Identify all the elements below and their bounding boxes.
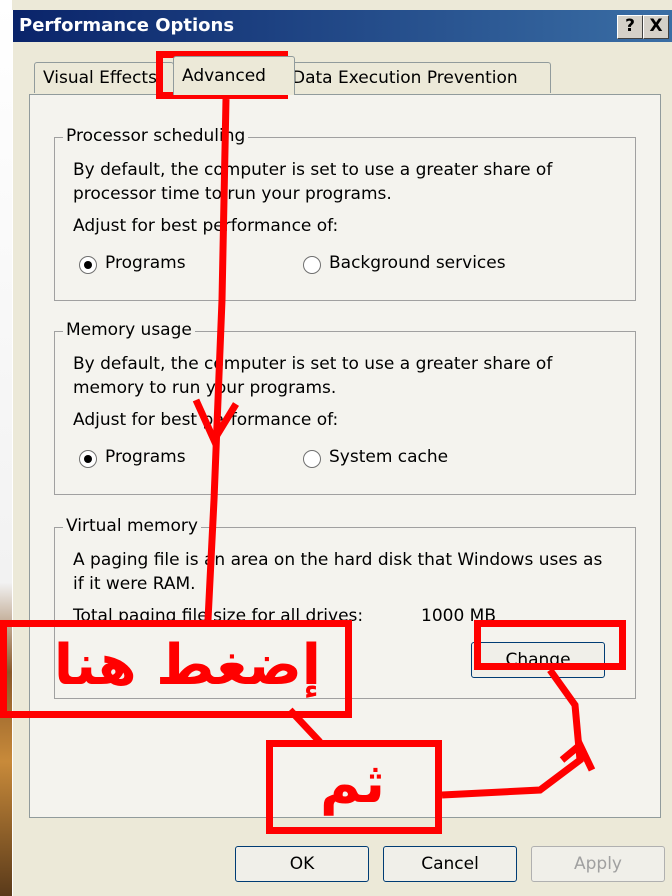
apply-button[interactable]: Apply [531,846,665,882]
annotation-box-click-here: إضغط هنا [0,620,352,718]
memory-description-line1: By default, the computer is set to use a… [73,354,553,374]
processor-background-label: Background services [329,253,506,273]
processor-background-radio[interactable] [303,256,321,274]
memory-description-line2: memory to run your programs. [73,378,337,398]
background-desktop-strip [0,0,12,896]
annotation-text-then: ثم [320,751,385,816]
virtual-description-line1: A paging file is an area on the hard dis… [73,550,603,570]
processor-scheduling-group: Processor scheduling By default, the com… [54,126,636,301]
processor-description-line1: By default, the computer is set to use a… [73,160,553,180]
memory-programs-label: Programs [105,447,186,467]
processor-programs-label: Programs [105,253,186,273]
tab-data-execution-prevention[interactable]: Data Execution Prevention [283,62,551,93]
memory-usage-group: Memory usage By default, the computer is… [54,320,636,495]
memory-system-cache-radio[interactable] [303,450,321,468]
title-bar: Performance Options ? X [13,10,672,42]
memory-system-cache-label: System cache [329,447,449,467]
memory-usage-legend: Memory usage [63,320,195,340]
processor-programs-radio[interactable] [79,256,97,274]
window-title: Performance Options [19,15,235,36]
help-button[interactable]: ? [617,15,643,39]
close-button[interactable]: X [643,15,669,39]
tab-visual-effects[interactable]: Visual Effects [34,62,174,93]
virtual-memory-legend: Virtual memory [63,516,201,536]
ok-button[interactable]: OK [235,846,369,882]
processor-adjust-label: Adjust for best performance of: [73,216,339,236]
tab-advanced[interactable]: Advanced [173,56,295,95]
memory-programs-radio[interactable] [79,450,97,468]
annotation-text-click-here: إضغط هنا [53,633,321,698]
annotation-box-then: ثم [266,740,442,834]
virtual-description-line2: if it were RAM. [73,574,196,594]
processor-description-line2: processor time to run your programs. [73,184,392,204]
annotation-box-change-button [474,620,626,670]
cancel-button[interactable]: Cancel [383,846,517,882]
processor-scheduling-legend: Processor scheduling [63,126,249,146]
memory-adjust-label: Adjust for best performance of: [73,410,339,430]
